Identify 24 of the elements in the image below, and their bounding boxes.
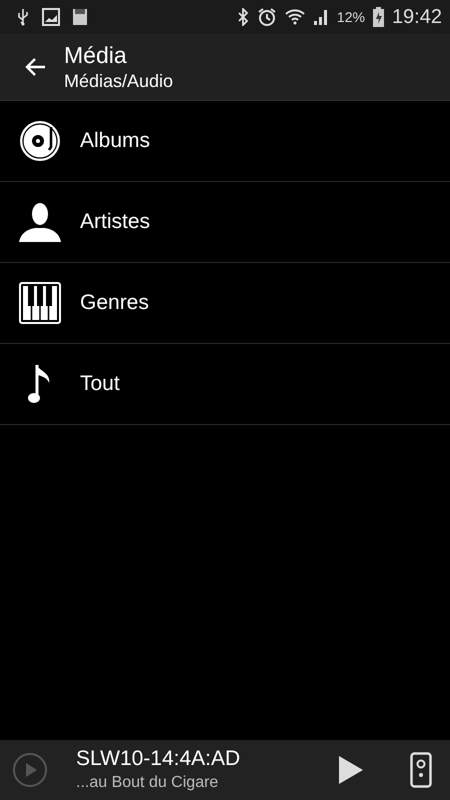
person-icon bbox=[19, 202, 61, 242]
battery-percent: 12% bbox=[336, 9, 365, 25]
clock-time: 19:42 bbox=[392, 6, 442, 28]
device-name: SLW10-14:4A:AD bbox=[76, 746, 242, 772]
alarm-icon bbox=[256, 7, 277, 27]
vinyl-record-icon bbox=[19, 120, 61, 162]
wifi-icon bbox=[284, 7, 305, 27]
screen-title: Média bbox=[64, 41, 128, 69]
speaker-icon[interactable] bbox=[410, 752, 432, 788]
menu-item[interactable]: Albums bbox=[0, 101, 450, 182]
menu-item[interactable]: Genres bbox=[0, 263, 450, 344]
menu-item[interactable]: Tout bbox=[0, 344, 450, 425]
menu-item[interactable]: Artistes bbox=[0, 182, 450, 263]
back-arrow-icon[interactable] bbox=[24, 57, 46, 77]
usb-icon bbox=[16, 8, 30, 26]
track-title: ...au Bout du Cigare bbox=[76, 773, 220, 793]
play-icon[interactable] bbox=[338, 755, 364, 785]
sd-card-icon bbox=[72, 8, 88, 26]
image-icon bbox=[42, 8, 60, 26]
battery-charging-icon bbox=[372, 7, 384, 27]
screen-subtitle: Médias/Audio bbox=[64, 70, 174, 93]
bluetooth-icon bbox=[236, 8, 249, 26]
piano-keys-icon bbox=[19, 282, 61, 324]
signal-icon bbox=[312, 8, 329, 26]
